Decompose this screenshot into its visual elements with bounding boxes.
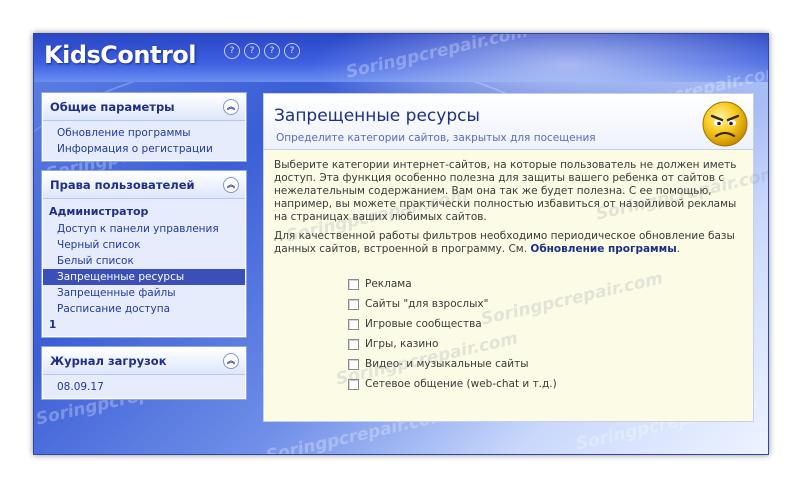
user-count[interactable]: 1	[43, 317, 245, 333]
sidebar-item-schedule[interactable]: Расписание доступа	[43, 301, 245, 317]
checkbox[interactable]	[348, 378, 359, 390]
log-date-item[interactable]: 08.09.17	[43, 379, 245, 395]
checkbox[interactable]	[348, 278, 359, 290]
sidebar-item-panel-access[interactable]: Доступ к панели управления	[43, 221, 245, 237]
panel-general: Общие параметры ︽ Обновление программы И…	[42, 93, 246, 161]
sidebar-item-update[interactable]: Обновление программы	[43, 125, 245, 141]
category-adult[interactable]: Сайты "для взрослых"	[348, 294, 743, 314]
category-label: Видео- и музыкальные сайты	[365, 357, 529, 370]
checkbox[interactable]	[348, 338, 359, 350]
angry-smiley-icon	[702, 101, 748, 147]
category-label: Игры, казино	[365, 337, 439, 350]
window-control-button[interactable]: ?	[284, 43, 300, 59]
header-bar: KidsControl ? ? ? ?	[34, 34, 768, 124]
checkbox[interactable]	[348, 318, 359, 330]
panel-download-log: Журнал загрузок ︽ 08.09.17	[42, 347, 246, 399]
content-panel: Запрещенные ресурсы Определите категории…	[263, 93, 768, 422]
panel-title: Общие параметры	[50, 100, 175, 114]
collapse-icon[interactable]: ︽	[223, 177, 239, 193]
category-chat[interactable]: Сетевое общение (web-chat и т.д.)	[348, 374, 743, 394]
sidebar-item-forbidden-files[interactable]: Запрещенные файлы	[43, 285, 245, 301]
panel-user-rights: Права пользователей ︽ Администратор Дост…	[42, 171, 246, 337]
collapse-icon[interactable]: ︽	[223, 353, 239, 369]
description-text: Выберите категории интернет-сайтов, на к…	[274, 159, 737, 223]
panel-title: Права пользователей	[50, 178, 195, 192]
checkbox[interactable]	[348, 358, 359, 370]
collapse-icon[interactable]: ︽	[223, 99, 239, 115]
sidebar-item-blacklist[interactable]: Черный список	[43, 237, 245, 253]
panel-header[interactable]: Общие параметры ︽	[43, 94, 245, 121]
category-label: Игровые сообщества	[365, 317, 482, 330]
update-program-link[interactable]: Обновление программы	[530, 243, 676, 255]
panel-header[interactable]: Журнал загрузок ︽	[43, 348, 245, 375]
update-note-end: .	[676, 243, 681, 255]
panel-title: Журнал загрузок	[50, 354, 167, 368]
window-controls: ? ? ? ?	[224, 43, 300, 59]
category-label: Сетевое общение (web-chat и т.д.)	[365, 377, 557, 390]
category-gaming[interactable]: Игровые сообщества	[348, 314, 743, 334]
category-ads[interactable]: Реклама	[348, 274, 743, 294]
sidebar-item-forbidden-resources[interactable]: Запрещенные ресурсы	[43, 269, 245, 285]
page-title: Запрещенные ресурсы	[274, 106, 480, 126]
category-label: Сайты "для взрослых"	[365, 297, 489, 310]
sidebar-item-whitelist[interactable]: Белый список	[43, 253, 245, 269]
category-video-music[interactable]: Видео- и музыкальные сайты	[348, 354, 743, 374]
window-control-button[interactable]: ?	[224, 43, 240, 59]
sidebar: Общие параметры ︽ Обновление программы И…	[42, 93, 246, 409]
window-control-button[interactable]: ?	[244, 43, 260, 59]
category-casino[interactable]: Игры, казино	[348, 334, 743, 354]
app-window: KidsControl ? ? ? ? Soringpcrepair.com S…	[33, 33, 769, 455]
update-note: Для качественной работы фильтров необход…	[274, 230, 743, 256]
page-subtitle: Определите категории сайтов, закрытых дл…	[276, 132, 596, 144]
category-list: Реклама Сайты "для взрослых" Игровые соо…	[274, 274, 743, 394]
sidebar-item-registration[interactable]: Информация о регистрации	[43, 141, 245, 157]
user-group-label[interactable]: Администратор	[43, 203, 245, 221]
window-control-button[interactable]: ?	[264, 43, 280, 59]
checkbox[interactable]	[348, 298, 359, 310]
category-label: Реклама	[365, 277, 412, 290]
app-logo: KidsControl	[44, 41, 197, 69]
content-header: Запрещенные ресурсы Определите категории…	[264, 94, 753, 150]
panel-header[interactable]: Права пользователей ︽	[43, 172, 245, 199]
